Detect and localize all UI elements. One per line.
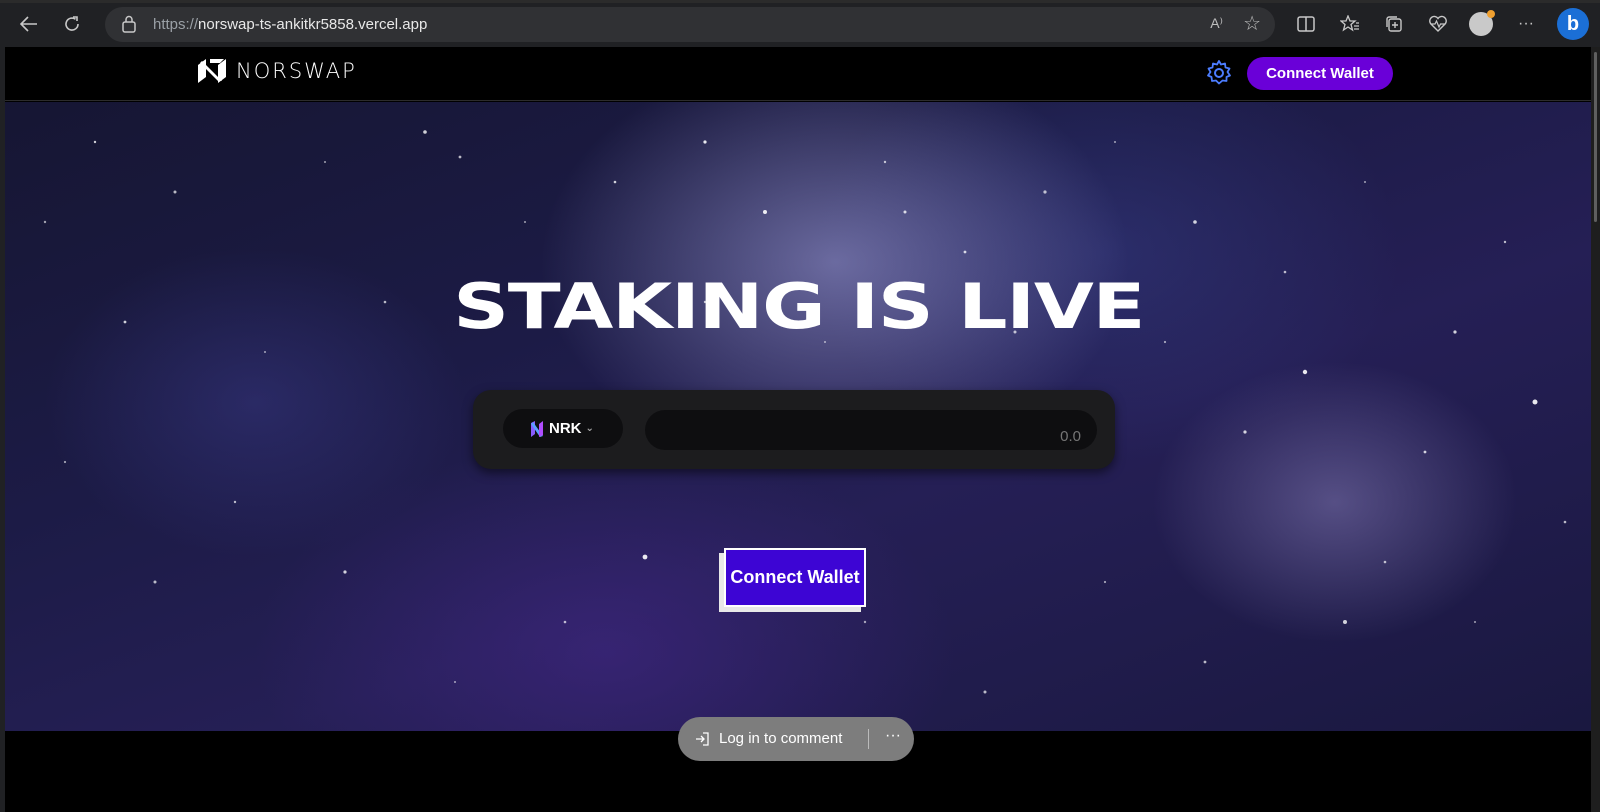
login-to-comment-link[interactable]: Log in to comment bbox=[719, 730, 842, 747]
bing-icon[interactable]: b bbox=[1557, 8, 1589, 40]
health-icon[interactable] bbox=[1424, 10, 1452, 38]
site-header: NORSWAP Connect Wallet bbox=[5, 47, 1591, 101]
login-icon bbox=[696, 732, 709, 746]
url-text[interactable]: https://norswap-ts-ankitkr5858.vercel.ap… bbox=[153, 16, 427, 33]
header-connect-wallet-button[interactable]: Connect Wallet bbox=[1247, 57, 1393, 90]
back-icon[interactable] bbox=[14, 9, 44, 39]
browser-toolbar: https://norswap-ts-ankitkr5858.vercel.ap… bbox=[0, 0, 1600, 47]
scrollbar-thumb[interactable] bbox=[1594, 52, 1597, 222]
stake-amount-input[interactable] bbox=[645, 410, 1097, 450]
notification-dot bbox=[1487, 10, 1495, 18]
settings-gear-icon[interactable] bbox=[1205, 59, 1233, 87]
url-host: norswap-ts-ankitkr5858.vercel.app bbox=[198, 16, 428, 33]
page-scrollbar[interactable] bbox=[1591, 47, 1600, 812]
norswap-logo[interactable]: NORSWAP bbox=[196, 57, 357, 85]
hero-section: STAKING IS LIVE NRK ⌄ Connect Wallet bbox=[5, 102, 1591, 731]
comment-toolbar: Log in to comment ··· bbox=[678, 717, 914, 761]
split-screen-icon[interactable] bbox=[1292, 10, 1320, 38]
lock-icon[interactable] bbox=[121, 15, 137, 33]
comment-divider bbox=[868, 729, 869, 749]
comment-more-icon[interactable]: ··· bbox=[878, 727, 908, 749]
favorite-star-icon[interactable]: ☆ bbox=[1243, 11, 1261, 36]
url-protocol: https:// bbox=[153, 16, 199, 33]
connect-wallet-button[interactable]: Connect Wallet bbox=[724, 548, 866, 607]
token-select-button[interactable]: NRK ⌄ bbox=[503, 409, 623, 448]
favorites-icon[interactable] bbox=[1336, 10, 1364, 38]
token-label: NRK bbox=[549, 420, 582, 437]
tab-strip-edge bbox=[0, 0, 1600, 3]
more-icon[interactable]: ··· bbox=[1512, 10, 1540, 38]
norswap-logo-icon bbox=[198, 59, 226, 83]
stake-input-card: NRK ⌄ bbox=[473, 390, 1115, 469]
chevron-down-icon: ⌄ bbox=[585, 423, 594, 434]
read-aloud-icon[interactable]: A⁾ bbox=[1210, 15, 1223, 32]
web-page: NORSWAP Connect Wallet STAKING IS LIVE N… bbox=[5, 47, 1591, 812]
refresh-icon[interactable] bbox=[57, 9, 87, 39]
staking-headline: STAKING IS LIVE bbox=[453, 270, 1145, 343]
collections-icon[interactable] bbox=[1380, 10, 1408, 38]
address-bar[interactable]: https://norswap-ts-ankitkr5858.vercel.ap… bbox=[105, 7, 1275, 42]
logo-text: NORSWAP bbox=[236, 59, 357, 83]
profile-avatar[interactable] bbox=[1469, 10, 1495, 36]
nrk-token-icon bbox=[531, 420, 543, 437]
